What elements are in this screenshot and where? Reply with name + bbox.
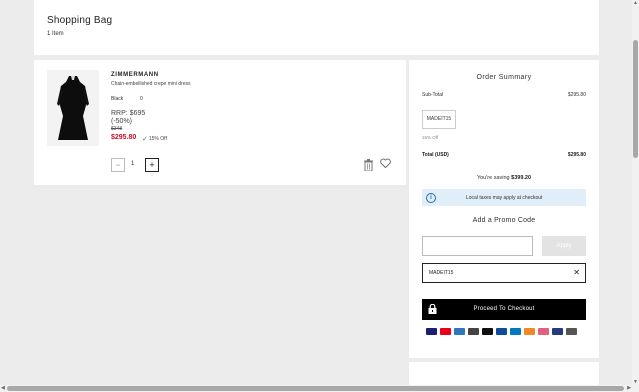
bag-header: Shopping Bag 1 Item	[34, 0, 599, 55]
check-icon: ✓	[142, 136, 148, 143]
product-size: 0	[140, 96, 143, 102]
diners-icon	[510, 328, 521, 335]
card-icon	[468, 328, 479, 335]
remove-promo-icon[interactable]: ✕	[573, 264, 580, 282]
savings-message: You're saving $399.20	[409, 175, 599, 181]
quantity-value: 1	[131, 161, 135, 167]
promo-code-title: Add a Promo Code	[472, 217, 536, 224]
subtotal-value: $295.80	[567, 92, 586, 98]
proceed-to-checkout-button[interactable]: Proceed To Checkout	[422, 299, 586, 320]
applied-promo-chip: MADEIT15	[422, 110, 456, 129]
increase-quantity-button[interactable]: +	[145, 158, 159, 172]
applied-promo-code: MADEIT15	[429, 270, 454, 276]
trash-icon[interactable]	[363, 159, 374, 171]
original-price: $348	[111, 126, 123, 132]
product-image[interactable]	[47, 70, 99, 146]
mastercard-icon	[440, 328, 451, 335]
visa-icon	[426, 328, 437, 335]
applied-promo-field: MADEIT15 ✕	[422, 263, 586, 283]
vertical-scroll-thumb[interactable]	[633, 40, 638, 158]
promo-percent-label: 15% Off	[422, 135, 439, 140]
dress-image	[47, 70, 99, 146]
lock-icon	[428, 304, 437, 314]
paypal-icon	[552, 328, 563, 335]
amex-icon	[454, 328, 465, 335]
info-icon: i	[426, 192, 436, 203]
product-description[interactable]: Chain-embellished crepe mini dress	[111, 81, 190, 87]
item-count: 1 Item	[47, 31, 64, 37]
subtotal-row: Sub-Total $295.80	[422, 92, 586, 98]
bag-item-card: ZIMMERMANN Chain-embellished crepe mini …	[34, 60, 406, 185]
product-brand[interactable]: ZIMMERMANN	[111, 72, 159, 78]
total-row: Total (USD) $295.80	[422, 152, 586, 158]
scroll-down-icon[interactable]: ▼	[632, 379, 639, 385]
order-summary-title: Order Summary	[476, 74, 532, 81]
payment-methods	[426, 328, 577, 336]
applepay-icon	[482, 328, 493, 335]
rrp-price: RRP: $695	[111, 110, 146, 117]
subtotal-label: Sub-Total	[422, 92, 444, 98]
horizontal-scrollbar[interactable]: ◀ ▶	[0, 385, 632, 392]
apply-promo-button[interactable]: Apply	[542, 236, 586, 256]
scroll-up-icon[interactable]: ▲	[632, 0, 639, 6]
promo-applied-tag: ✓ 15% Off	[142, 135, 167, 143]
scroll-left-icon[interactable]: ◀	[1, 385, 5, 392]
total-label: Total (USD)	[422, 152, 449, 158]
wishlist-heart-icon[interactable]	[380, 158, 391, 169]
discover-icon	[524, 328, 535, 335]
afterpay-icon	[566, 328, 577, 335]
saving-prefix: You're saving	[476, 175, 510, 181]
decrease-quantity-button[interactable]: −	[111, 158, 125, 172]
tax-info-box: i Local taxes may apply at checkout	[422, 189, 586, 206]
total-value: $295.80	[567, 152, 586, 158]
page-title: Shopping Bag	[47, 15, 113, 26]
sale-price: $295.80	[111, 134, 137, 141]
saving-amount: $399.20	[511, 175, 532, 181]
tax-info-text: Local taxes may apply at checkout	[466, 194, 543, 201]
unionpay-icon	[496, 328, 507, 335]
order-summary-panel: Order Summary Sub-Total $295.80 MADEIT15…	[409, 60, 599, 358]
vertical-scrollbar[interactable]: ▲ ▼	[632, 0, 639, 392]
horizontal-scroll-thumb[interactable]	[7, 386, 624, 391]
product-color: Black	[111, 96, 124, 102]
klarna-icon	[538, 328, 549, 335]
checkout-label: Proceed To Checkout	[473, 306, 535, 312]
discount-percent: (-50%)	[111, 118, 133, 125]
promo-code-input[interactable]	[422, 236, 533, 256]
scroll-right-icon[interactable]: ▶	[627, 385, 631, 392]
percent-off-label: 15% Off	[148, 136, 167, 142]
